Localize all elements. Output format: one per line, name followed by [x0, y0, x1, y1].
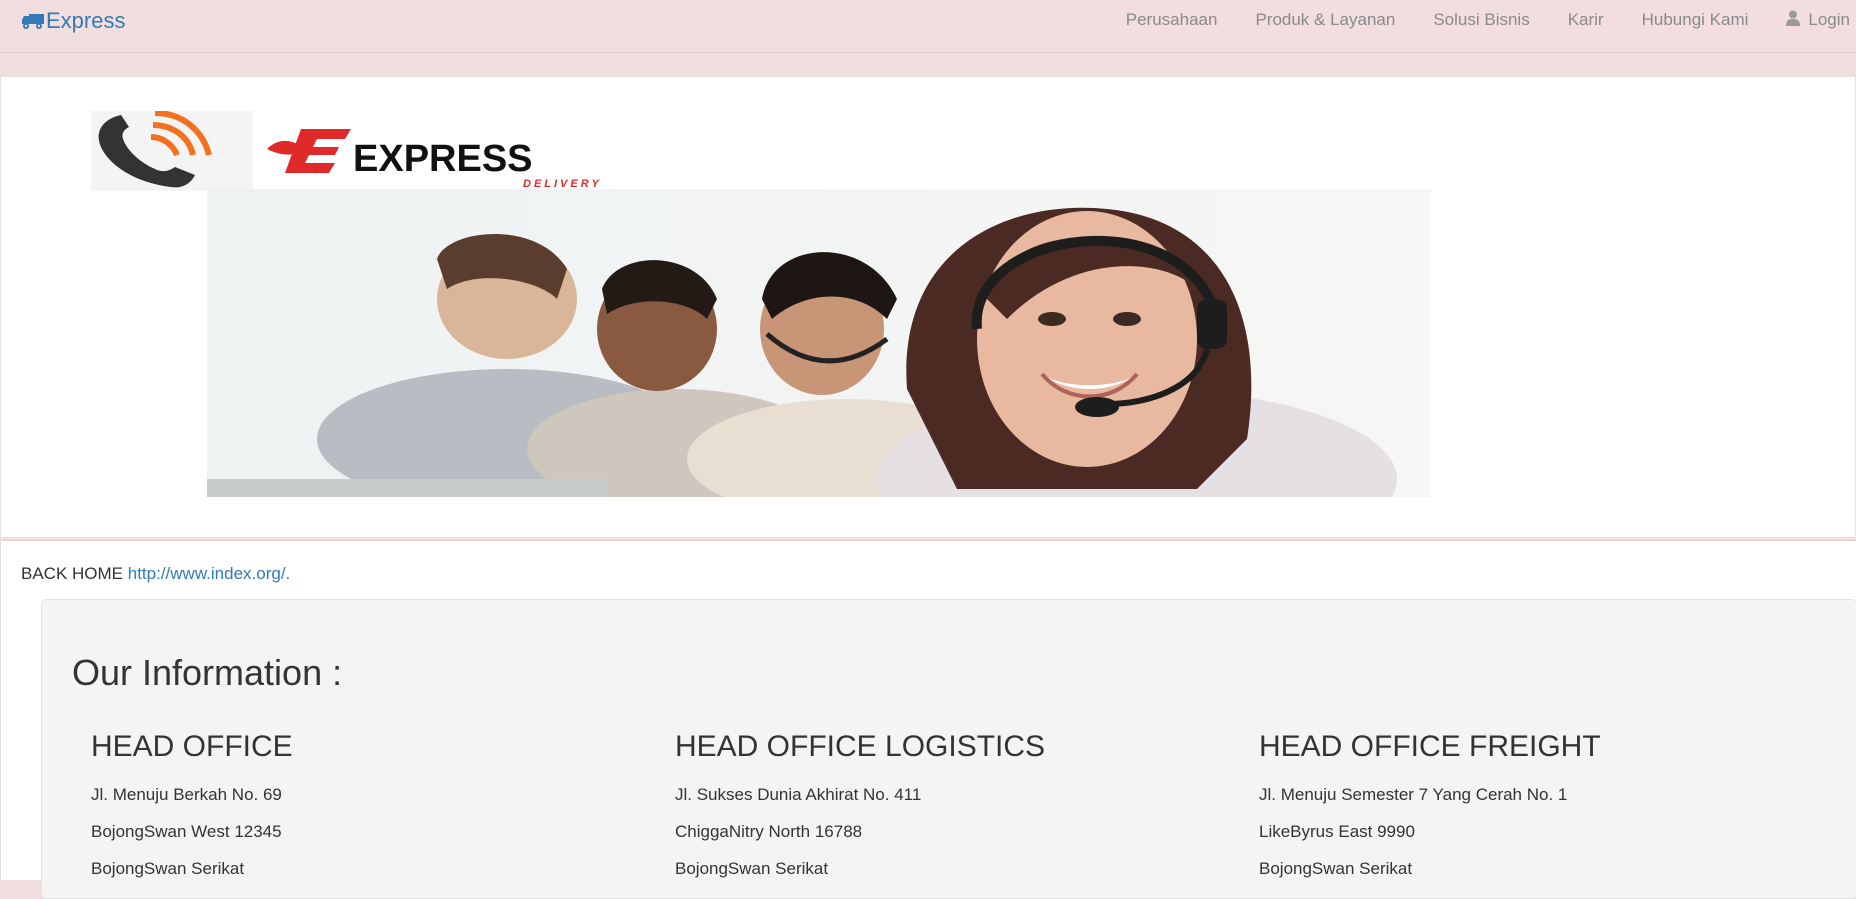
office-address-line: BojongSwan Serikat — [675, 859, 829, 878]
office-name: HEAD OFFICE — [91, 730, 293, 763]
office-address-line: Jl. Menuju Berkah No. 69 — [91, 785, 282, 804]
office-card: HEAD OFFICE LOGISTICS Jl. Sukses Dunia A… — [675, 730, 1235, 887]
office-address-line: BojongSwan West 12345 — [91, 822, 282, 841]
nav-item-produk-layanan[interactable]: Produk & Layanan — [1236, 10, 1414, 30]
truck-icon — [22, 12, 44, 30]
nav-links: Perusahaan Produk & Layanan Solusi Bisni… — [1107, 0, 1856, 40]
brand-label: Express — [46, 8, 126, 33]
info-well: Our Information : HEAD OFFICE Jl. Menuju… — [41, 599, 1856, 899]
logo-text: EXPRESS — [353, 138, 533, 180]
hero-panel: EXPRESS DELIVERY — [0, 76, 1856, 538]
office-name: HEAD OFFICE FREIGHT — [1259, 730, 1601, 763]
nav-item-karir[interactable]: Karir — [1549, 10, 1623, 30]
content-panel: BACK HOME http://www.index.org/. Our Inf… — [0, 540, 1856, 899]
navbar: Express Perusahaan Produk & Layanan Solu… — [0, 0, 1856, 53]
office-address-line: Jl. Menuju Semester 7 Yang Cerah No. 1 — [1259, 785, 1568, 804]
office-card: HEAD OFFICE Jl. Menuju Berkah No. 69 Boj… — [91, 730, 651, 887]
customer-service-photo — [207, 189, 1431, 497]
login-link[interactable]: Login — [1767, 10, 1856, 31]
office-address-line: BojongSwan Serikat — [1259, 859, 1413, 878]
nav-item-solusi-bisnis[interactable]: Solusi Bisnis — [1414, 10, 1548, 30]
office-address-line: BojongSwan Serikat — [91, 859, 245, 878]
office-address-line: LikeByrus East 9990 — [1259, 822, 1415, 841]
nav-item-perusahaan[interactable]: Perusahaan — [1107, 10, 1237, 30]
office-card: HEAD OFFICE FREIGHT Jl. Menuju Semester … — [1259, 730, 1819, 887]
express-delivery-logo: EXPRESS DELIVERY — [91, 110, 663, 191]
back-home-line: BACK HOME http://www.index.org/. — [21, 564, 290, 584]
office-name: HEAD OFFICE LOGISTICS — [675, 730, 1046, 763]
login-label: Login — [1808, 10, 1850, 29]
back-home-link[interactable]: http://www.index.org/. — [128, 564, 291, 583]
brand-link[interactable]: Express — [22, 8, 125, 34]
office-address-line: Jl. Sukses Dunia Akhirat No. 411 — [675, 785, 922, 804]
info-title: Our Information : — [72, 652, 343, 693]
nav-item-hubungi-kami[interactable]: Hubungi Kami — [1623, 10, 1768, 30]
office-address-line: ChiggaNitry North 16788 — [675, 822, 863, 841]
user-icon — [1786, 10, 1801, 31]
back-home-prefix: BACK HOME — [21, 564, 128, 583]
